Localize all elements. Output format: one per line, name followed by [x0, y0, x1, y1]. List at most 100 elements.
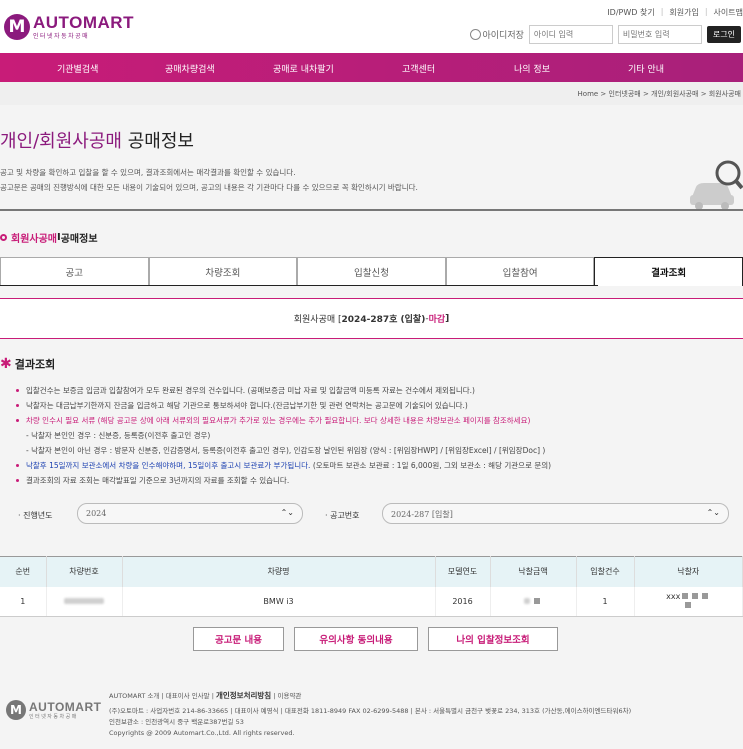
col-header: 낙찰자 — [634, 556, 743, 587]
breadcrumb: Home > 인터넷공매 > 개인/회원사공매 > 회원사공매 — [577, 90, 741, 98]
main-nav: 기관별검색 공매차량검색 공매로 내차팔기 고객센터 나의 정보 기타 안내 — [0, 53, 743, 82]
tab-results[interactable]: 결과조회 — [594, 257, 743, 286]
note-item: 낙찰자는 대금납부기한까지 잔금을 입금하고 해당 기관으로 통보하셔야 합니다… — [16, 398, 736, 413]
footer-logo-name: AUTOMART — [29, 700, 102, 714]
sitemap-link[interactable]: 사이트맵 — [714, 7, 743, 18]
col-header: 낙찰금액 — [490, 556, 577, 587]
nav-item-customer-center[interactable]: 고객센터 — [402, 62, 435, 75]
tab-notice[interactable]: 공고 — [0, 257, 149, 286]
login-form: 아이디저장 로그인 — [469, 25, 743, 44]
results-table: 순번 차량번호 차량명 모델연도 낙찰금액 입찰건수 낙찰자 1 BMW i3 … — [0, 556, 743, 617]
results-title: ✱ 결과조회 — [0, 356, 55, 372]
find-id-pw-link[interactable]: ID/PWD 찾기 — [607, 7, 654, 18]
results-title-text: 결과조회 — [14, 358, 56, 371]
privacy-policy-link[interactable]: 개인정보처리방침 — [216, 691, 271, 700]
cell-year: 2016 — [435, 586, 491, 617]
tab-vehicle-search[interactable]: 차량조회 — [148, 257, 298, 286]
id-save-label: 아이디저장 — [482, 31, 524, 41]
note-blue-text: 낙찰후 15일까지 보관소에서 차량을 인수해야하며, 15일이후 출고시 보관… — [26, 461, 311, 470]
col-header: 차량번호 — [46, 556, 123, 587]
footer-logo-subtitle: 인터넷자동차공매 — [29, 714, 78, 720]
cell-plate-redacted — [46, 586, 123, 617]
footer-links: AUTOMART 소개 | 대표이사 인사말 | 개인정보처리방침 | 이용약관 — [109, 690, 631, 702]
password-input[interactable] — [617, 25, 702, 44]
ring-icon — [0, 234, 7, 241]
auction-suffix: ] — [445, 313, 450, 324]
footer-storage-info: 인천보관소 : 인천광역시 중구 백운로387번길 53 — [109, 718, 244, 726]
section-title-pink: 회원사공매 — [11, 234, 57, 245]
col-header: 입찰건수 — [576, 556, 635, 587]
chevron-updown-icon: ⌃⌄ — [706, 508, 720, 517]
consent-content-button[interactable]: 유의사항 동의내용 — [294, 627, 418, 651]
action-buttons: 공고문 내용 유의사항 동의내용 나의 입찰정보조회 — [193, 627, 558, 651]
footer-logo-mark: M — [6, 700, 26, 720]
page-description: 공고 및 차량을 확인하고 입찰을 할 수 있으며, 결과조회에서는 매각결과를… — [0, 165, 418, 195]
notice-select-value: 2024-287 [입찰] — [391, 510, 453, 519]
notice-select[interactable]: 2024-287 [입찰] ⌃⌄ — [382, 503, 729, 524]
page-title-highlight: 개인/회원사공매 — [0, 131, 122, 152]
id-save-checkbox[interactable]: 아이디저장 — [469, 28, 524, 41]
section-title-rest: 공매정보 — [60, 234, 98, 245]
brand-logo[interactable]: M AUTOMART 인터넷자동차공매 — [4, 13, 134, 40]
footer-info: AUTOMART 소개 | 대표이사 인사말 | 개인정보처리방침 | 이용약관… — [109, 690, 631, 739]
auction-prefix: 회원사공매 [ — [293, 315, 342, 325]
nav-item-sell-my-car[interactable]: 공매로 내차팔기 — [273, 62, 334, 75]
tab-underline — [0, 285, 598, 286]
cell-price-redacted — [490, 586, 577, 617]
footer-company-info: (주)오토마트 : 사업자번호 214-86-33665 | 대표이사 예영식 … — [109, 707, 632, 715]
year-label: · 진행년도 — [18, 511, 53, 520]
year-select[interactable]: 2024 ⌃⌄ — [77, 503, 303, 524]
note-item: 입찰건수는 보증금 입금과 입찰참여가 모두 완료된 경우의 건수입니다. (공… — [16, 383, 736, 398]
col-header: 차량명 — [122, 556, 436, 587]
winner-prefix: xxx — [666, 592, 681, 602]
cell-bids: 1 — [576, 586, 635, 617]
auction-status: 마감 — [428, 315, 446, 325]
footer-link[interactable]: AUTOMART 소개 | 대표이사 인사말 | — [109, 692, 216, 700]
cell-no: 1 — [0, 586, 47, 617]
my-bid-info-button[interactable]: 나의 입찰정보조회 — [428, 627, 558, 651]
tab-bar: 공고 차량조회 입찰신청 입찰참여 결과조회 — [0, 257, 743, 286]
logo-name: AUTOMART — [33, 13, 134, 32]
col-header: 모델연도 — [435, 556, 491, 587]
table-row[interactable]: 1 BMW i3 2016 1 xxx — [0, 586, 743, 617]
nav-item-vehicle-search[interactable]: 공매차량검색 — [165, 62, 215, 75]
page-title-rest: 공매정보 — [127, 131, 194, 152]
top-links: ID/PWD 찾기 | 회원가입 | 사이트맵 — [607, 7, 743, 18]
year-select-value: 2024 — [86, 509, 107, 518]
cell-car-name[interactable]: BMW i3 — [122, 586, 436, 617]
cell-winner: xxx — [634, 586, 743, 617]
id-input[interactable] — [528, 25, 613, 44]
tab-bid-participate[interactable]: 입찰참여 — [445, 257, 595, 286]
asterisk-icon: ✱ — [0, 356, 12, 372]
nav-item-agency-search[interactable]: 기관별검색 — [57, 62, 98, 75]
auction-number: 2024-287호 (입찰) — [341, 315, 426, 325]
notice-content-button[interactable]: 공고문 내용 — [193, 627, 284, 651]
logo-mark: M — [4, 13, 30, 40]
description-line: 공고문은 공매의 진행방식에 대한 모든 내용이 기술되어 있으며, 공고의 내… — [0, 183, 418, 192]
page-title: 개인/회원사공매 공매정보 — [0, 127, 194, 153]
footer-link[interactable]: | 이용약관 — [271, 692, 301, 700]
nav-item-etc[interactable]: 기타 안내 — [628, 62, 664, 75]
footer-logo: M AUTOMART 인터넷자동차공매 — [6, 700, 101, 720]
footer-copyright: Copyrights @ 2009 Automart.Co.,Ltd. All … — [109, 729, 295, 737]
signup-link[interactable]: 회원가입 — [669, 7, 698, 18]
logo-subtitle: 인터넷자동차공매 — [33, 33, 90, 40]
note-text: (오토마트 보관소 보관료 : 1일 6,000원, 그외 보관소 : 해당 기… — [310, 461, 552, 470]
table-header-row: 순번 차량번호 차량명 모델연도 낙찰금액 입찰건수 낙찰자 — [0, 556, 743, 587]
section-title: 회원사공매 I 공매정보 — [0, 230, 98, 245]
car-search-icon — [690, 160, 743, 210]
note-item: 결과조회의 자료 조회는 매각발표일 기준으로 3년까지의 자료를 조회할 수 … — [16, 473, 736, 488]
divider — [0, 209, 743, 211]
note-item: 낙찰후 15일까지 보관소에서 차량을 인수해야하며, 15일이후 출고시 보관… — [16, 458, 736, 473]
notice-label: · 공고번호 — [325, 511, 360, 520]
tab-bid-apply[interactable]: 입찰신청 — [297, 257, 446, 286]
result-notes: 입찰건수는 보증금 입금과 입찰참여가 모두 완료된 경우의 건수입니다. (공… — [16, 383, 736, 488]
note-subitem: - 낙찰자 본인이 아닌 경우 : 방문자 신분증, 인감증명서, 등록증(이전… — [26, 446, 546, 455]
nav-item-my-info[interactable]: 나의 정보 — [514, 62, 550, 75]
description-line: 공고 및 차량을 확인하고 입찰을 할 수 있으며, 결과조회에서는 매각결과를… — [0, 168, 296, 177]
note-subitem: - 낙찰자 본인인 경우 : 신분증, 등록증(이전후 출고인 경우) — [26, 431, 211, 440]
chevron-updown-icon: ⌃⌄ — [280, 508, 294, 517]
login-button[interactable]: 로그인 — [706, 26, 741, 43]
note-item: 차량 인수시 필요 서류 (해당 공고문 상에 아래 서류외의 필요서류가 추가… — [16, 413, 736, 428]
auction-info-bar: 회원사공매 [ 2024-287호 (입찰) - 마감 ] — [0, 298, 743, 339]
